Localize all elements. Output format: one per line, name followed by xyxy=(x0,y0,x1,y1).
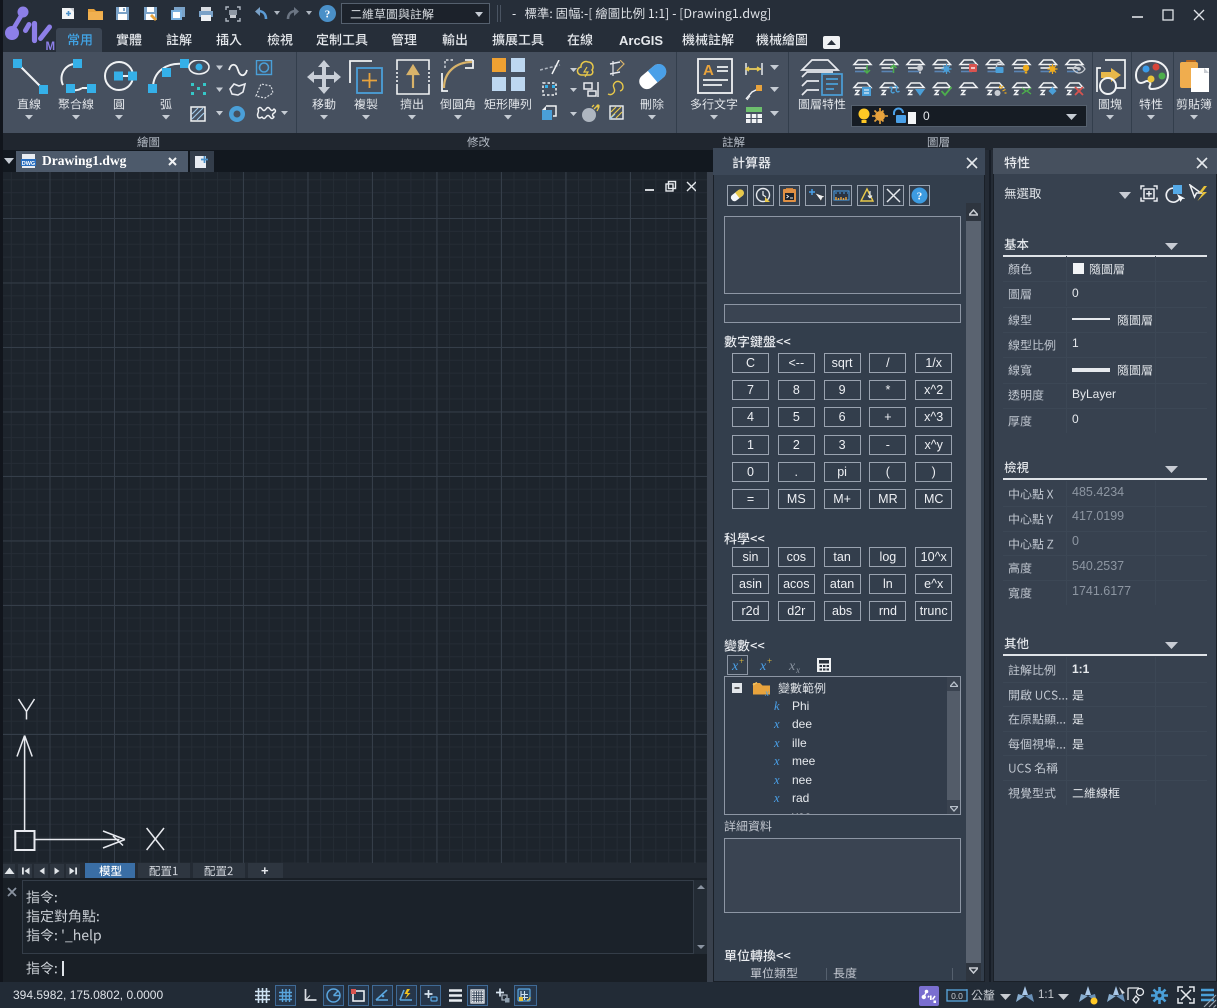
svg-text:0.0: 0.0 xyxy=(951,991,963,1001)
svg-text:M: M xyxy=(46,41,56,51)
svg-text:x: x xyxy=(764,688,769,697)
svg-text:DWG: DWG xyxy=(22,161,35,167)
svg-text:x: x xyxy=(795,665,800,675)
svg-text:x: x xyxy=(731,659,739,674)
svg-text:+: + xyxy=(739,656,744,666)
svg-text:?: ? xyxy=(917,191,923,203)
svg-text:x: x xyxy=(759,659,767,674)
svg-text:x: x xyxy=(788,659,796,674)
svg-text:?: ? xyxy=(325,9,331,21)
svg-text:A: A xyxy=(703,62,714,79)
svg-text:+: + xyxy=(767,656,772,666)
